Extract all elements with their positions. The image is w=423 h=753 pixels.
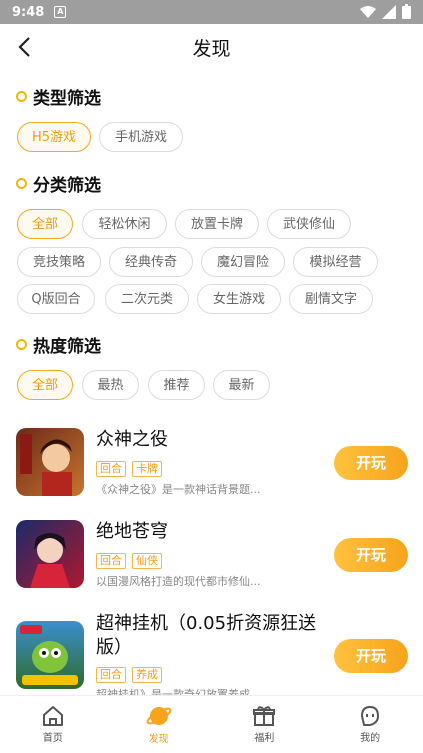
tab-mine-label: 我的 (360, 733, 381, 744)
game-name: 众神之役 (96, 429, 168, 450)
type-filter-label: 类型筛选 (33, 89, 101, 109)
tab-home-label: 首页 (42, 733, 63, 744)
game-tag: 回合 (96, 667, 126, 683)
game-tags: 回合 仙侠 (96, 553, 162, 569)
top-bar: 发现 (0, 24, 423, 70)
game-tags: 回合 卡牌 (96, 461, 162, 477)
wifi-icon (360, 5, 376, 18)
chip-type-mobile[interactable]: 手机游戏 (99, 122, 183, 152)
game-tags: 回合 养成 (96, 667, 162, 683)
chip-heat-newest[interactable]: 最新 (213, 370, 270, 400)
game-thumbnail (16, 621, 84, 689)
chip-heat-recommend[interactable]: 推荐 (148, 370, 205, 400)
game-description: 《众神之役》是一款神话背景题... (96, 483, 261, 496)
chip-category-strategy[interactable]: 竞技策略 (17, 247, 101, 277)
chip-category-casual[interactable]: 轻松休闲 (82, 209, 167, 239)
game-item[interactable]: 绝地苍穹 回合 仙侠 以国漫风格打造的现代都市修仙... 开玩 (16, 520, 408, 600)
section-dot-icon (16, 339, 27, 350)
game-name: 绝地苍穹 (96, 521, 168, 542)
status-time: 9:48 (12, 4, 45, 20)
status-bar: 9:48 A (0, 0, 423, 24)
game-description: 以国漫风格打造的现代都市修仙... (96, 575, 261, 588)
game-thumbnail (16, 520, 84, 588)
game-tag: 养成 (132, 667, 162, 683)
bottom-tab-bar: 首页 发现 福利 我的 (0, 695, 423, 753)
chip-heat-hot[interactable]: 最热 (82, 370, 139, 400)
chip-category-wuxia[interactable]: 武侠修仙 (267, 209, 351, 239)
planet-icon (146, 707, 172, 725)
chip-category-story[interactable]: 剧情文字 (289, 284, 373, 314)
category-filter-title: 分类筛选 (16, 171, 101, 196)
game-tag: 仙侠 (132, 553, 162, 569)
game-item[interactable]: 众神之役 回合 卡牌 《众神之役》是一款神话背景题... 开玩 (16, 428, 408, 508)
chip-category-anime[interactable]: 二次元类 (105, 284, 189, 314)
play-button[interactable]: 开玩 (334, 446, 408, 480)
page-title: 发现 (192, 38, 231, 60)
notification-icon: A (54, 6, 67, 18)
play-button[interactable]: 开玩 (334, 538, 408, 572)
chip-category-idle-card[interactable]: 放置卡牌 (175, 209, 259, 239)
chip-type-h5[interactable]: H5游戏 (17, 122, 91, 152)
chip-category-legend[interactable]: 经典传奇 (109, 247, 193, 277)
chip-heat-all[interactable]: 全部 (17, 370, 73, 400)
type-filter-title: 类型筛选 (16, 84, 101, 109)
battery-icon (402, 4, 411, 19)
play-button[interactable]: 开玩 (334, 639, 408, 673)
tab-welfare-label: 福利 (254, 733, 275, 744)
game-tag: 回合 (96, 461, 126, 477)
game-tag: 回合 (96, 553, 126, 569)
chip-category-fantasy[interactable]: 魔幻冒险 (201, 247, 285, 277)
chip-category-girls[interactable]: 女生游戏 (197, 284, 281, 314)
game-thumbnail (16, 428, 84, 496)
section-dot-icon (16, 178, 27, 189)
tab-discover-label: 发现 (148, 734, 169, 745)
tab-discover[interactable]: 发现 (106, 696, 212, 753)
heat-filter-label: 热度筛选 (33, 337, 101, 357)
chip-category-all[interactable]: 全部 (17, 209, 73, 239)
tab-mine[interactable]: 我的 (317, 696, 423, 753)
game-item[interactable]: 超神挂机（0.05折资源狂送版） 回合 养成 超神挂机》是一款奇幻放置养成...… (16, 613, 408, 701)
game-tag: 卡牌 (132, 461, 162, 477)
chip-category-simulation[interactable]: 模拟经营 (293, 247, 378, 277)
signal-icon (382, 4, 396, 19)
category-filter-label: 分类筛选 (33, 176, 101, 196)
status-icons (360, 4, 411, 19)
game-name: 超神挂机（0.05折资源狂送版） (96, 613, 317, 658)
tab-welfare[interactable]: 福利 (212, 696, 318, 753)
heat-filter-title: 热度筛选 (16, 332, 101, 357)
home-icon (42, 706, 63, 726)
section-dot-icon (16, 91, 27, 102)
profile-icon (361, 706, 380, 726)
tab-home[interactable]: 首页 (0, 696, 106, 753)
gift-icon (253, 706, 276, 726)
chip-category-qturn[interactable]: Q版回合 (17, 284, 95, 314)
